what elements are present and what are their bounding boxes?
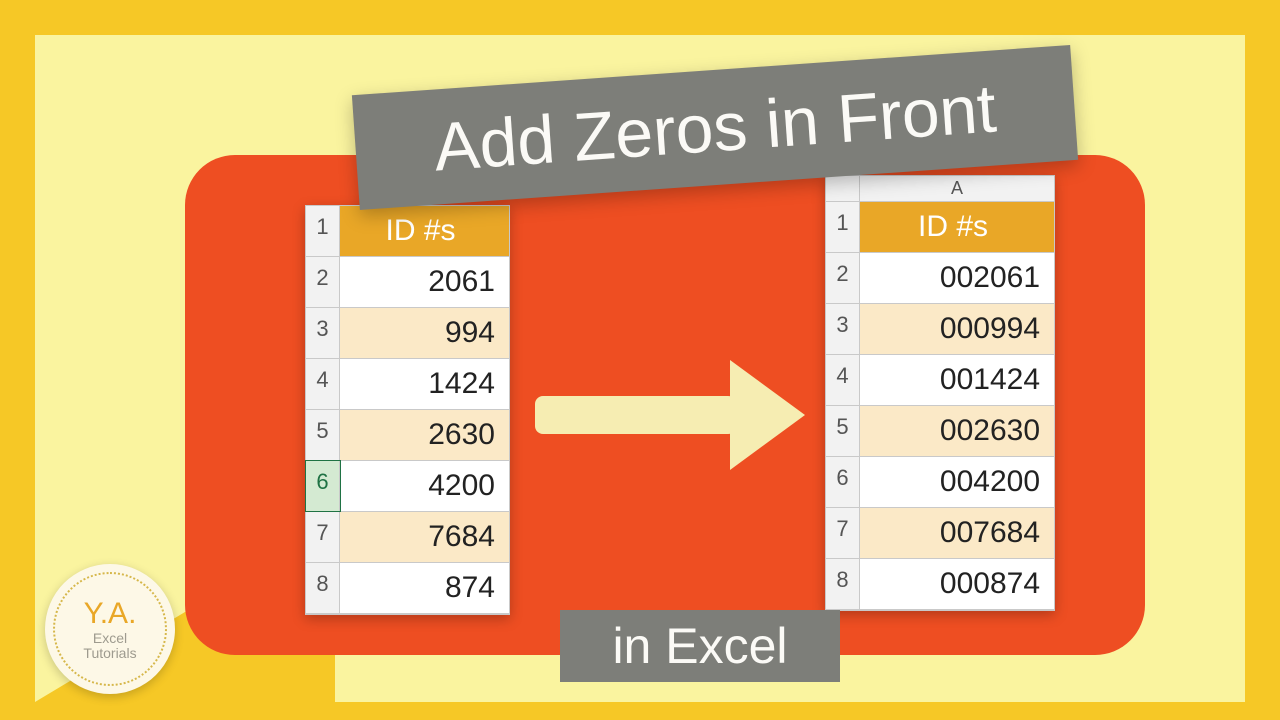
logo-badge: Y.A. ExcelTutorials: [45, 564, 175, 694]
row-header: 5: [826, 406, 860, 456]
table-cell: 000874: [860, 559, 1054, 609]
logo-subtext: ExcelTutorials: [83, 631, 136, 662]
row-header: 4: [826, 355, 860, 405]
row-header: 4: [306, 359, 340, 409]
table-cell: 4200: [340, 461, 509, 511]
row-header: 1: [306, 206, 340, 256]
subtitle-banner: in Excel: [560, 610, 840, 682]
table-row: 2 2061: [306, 257, 509, 308]
row-header: 2: [306, 257, 340, 307]
table-cell: 002630: [860, 406, 1054, 456]
row-header: 7: [306, 512, 340, 562]
table-cell: 001424: [860, 355, 1054, 405]
column-header-row: A: [826, 176, 1054, 202]
row-header: 3: [306, 308, 340, 358]
row-header: 1: [826, 202, 860, 252]
table-cell: 2630: [340, 410, 509, 460]
table-row: 6 004200: [826, 457, 1054, 508]
table-cell: 007684: [860, 508, 1054, 558]
table-row: 2 002061: [826, 253, 1054, 304]
table-header-cell: ID #s: [340, 206, 509, 256]
table-row: 5 2630: [306, 410, 509, 461]
column-header: A: [860, 176, 1054, 201]
table-header-cell: ID #s: [860, 202, 1054, 252]
row-header: 8: [826, 559, 860, 609]
row-header: 2: [826, 253, 860, 303]
table-cell: 1424: [340, 359, 509, 409]
table-row: 7 7684: [306, 512, 509, 563]
table-row: 3 994: [306, 308, 509, 359]
row-header: 7: [826, 508, 860, 558]
table-cell: 004200: [860, 457, 1054, 507]
table-row: 4 1424: [306, 359, 509, 410]
table-cell: 7684: [340, 512, 509, 562]
table-row: 5 002630: [826, 406, 1054, 457]
table-row: 3 000994: [826, 304, 1054, 355]
logo-initials: Y.A.: [84, 597, 137, 631]
corner-cell: [826, 176, 860, 201]
table-row: 7 007684: [826, 508, 1054, 559]
inner-frame: 1 ID #s 2 2061 3 994 4 1424 5 2630 6 420…: [35, 35, 1245, 702]
table-row: 8 000874: [826, 559, 1054, 610]
table-cell: 2061: [340, 257, 509, 307]
table-cell: 002061: [860, 253, 1054, 303]
row-header: 6: [826, 457, 860, 507]
title-text: Add Zeros in Front: [431, 69, 998, 186]
row-header: 5: [306, 410, 340, 460]
row-header: 8: [306, 563, 340, 613]
table-row: 6 4200: [306, 461, 509, 512]
arrow-right-icon: [535, 375, 805, 455]
row-header: 6: [306, 461, 340, 511]
table-cell: 000994: [860, 304, 1054, 354]
table-cell: 874: [340, 563, 509, 613]
spreadsheet-after: A 1 ID #s 2 002061 3 000994 4 001424 5 0…: [825, 175, 1055, 611]
table-cell: 994: [340, 308, 509, 358]
table-row: 1 ID #s: [306, 206, 509, 257]
spreadsheet-before: 1 ID #s 2 2061 3 994 4 1424 5 2630 6 420…: [305, 205, 510, 615]
row-header: 3: [826, 304, 860, 354]
table-row: 8 874: [306, 563, 509, 614]
table-row: 1 ID #s: [826, 202, 1054, 253]
subtitle-text: in Excel: [612, 617, 787, 675]
table-row: 4 001424: [826, 355, 1054, 406]
